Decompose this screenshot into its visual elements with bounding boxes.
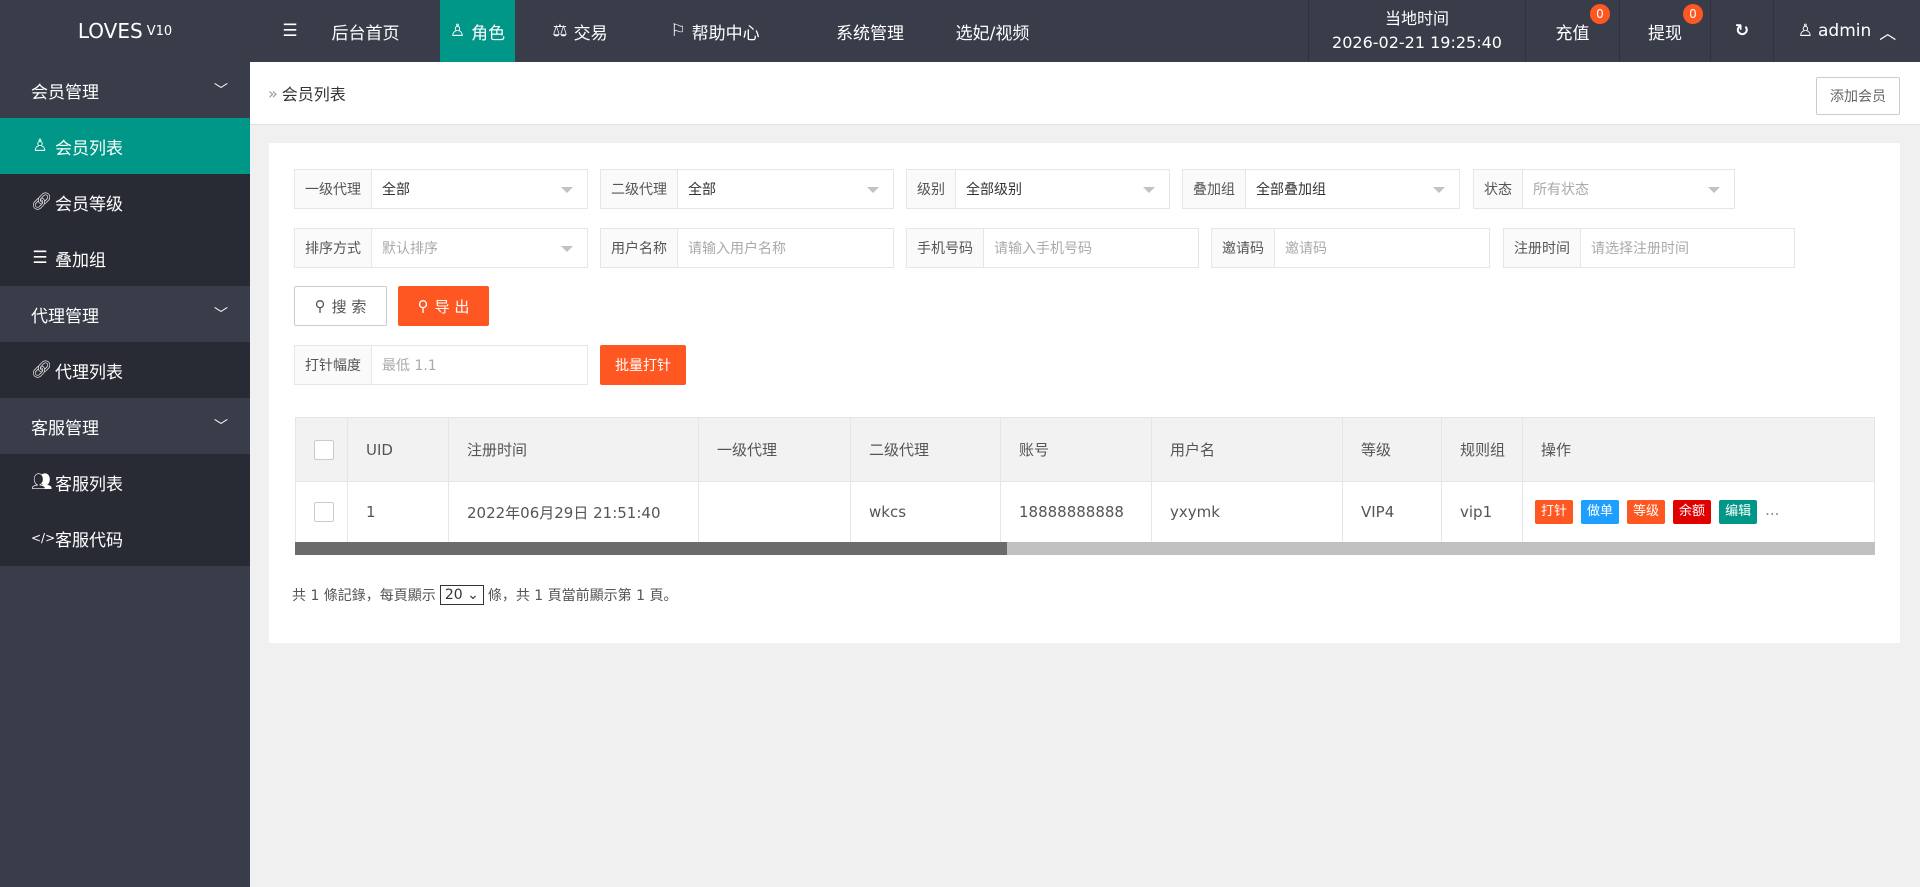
table-header: UID 注册时间 一级代理 二级代理 账号 用户名 等级 规则组 操作 — [295, 417, 1875, 482]
breadcrumb: » 会员列表 添加会员 — [250, 62, 1920, 125]
page-size-select[interactable]: 20 ⌄ — [439, 585, 484, 605]
nav-trade[interactable]: ⚖ 交易 — [525, 0, 635, 62]
sidebar-group-service[interactable]: 客服管理 ﹀ — [0, 398, 250, 454]
content-card — [269, 143, 1900, 643]
refresh-icon[interactable]: ↻ — [1710, 0, 1773, 62]
edit-action-button[interactable]: 编辑 — [1719, 500, 1758, 524]
pagination: 共 1 條記錄，每頁顯示 20 ⌄ 條，共 1 頁當前顯示第 1 頁。 — [292, 585, 678, 605]
member-table: UID 注册时间 一级代理 二级代理 账号 用户名 等级 规则组 操作 1 20… — [295, 417, 1875, 543]
select-all-checkbox[interactable] — [314, 439, 334, 460]
sidebar-item-member-level[interactable]: 🔗︎ 会员等级 — [0, 174, 250, 230]
more-actions[interactable]: ... — [1765, 501, 1779, 519]
sidebar-group-member[interactable]: 会员管理 ﹀ — [0, 62, 250, 118]
nav-help[interactable]: ⚐ 帮助中心 — [640, 0, 790, 62]
sidebar: 会员管理 ﹀ ♙ 会员列表 🔗︎ 会员等级 ☰ 叠加组 代理管理 ﹀ 🔗︎ 代理列表 客服管… — [0, 62, 250, 887]
balance-action-button[interactable]: 余额 — [1673, 500, 1712, 524]
nav-video[interactable]: 选妃/视频 — [930, 0, 1055, 62]
recharge-button[interactable]: 充值 0 — [1525, 0, 1619, 62]
recharge-badge: 0 — [1590, 4, 1610, 24]
chevron-down-icon: ⌄ — [467, 587, 479, 603]
withdraw-button[interactable]: 提现 0 — [1619, 0, 1710, 62]
nav-role[interactable]: ♙ 角色 — [440, 0, 515, 62]
row-checkbox[interactable] — [314, 502, 334, 522]
user-icon: ♙ — [449, 21, 466, 41]
horizontal-scrollbar[interactable] — [295, 542, 1875, 555]
page-title: 会员列表 — [281, 85, 346, 104]
group-select[interactable]: 叠加组 全部叠加组 — [1182, 169, 1460, 209]
search-icon: ⚲ — [417, 297, 429, 315]
dropdown-arrow-icon — [1433, 187, 1445, 193]
dropdown-arrow-icon — [561, 187, 573, 193]
local-time: 当地时间 2026-02-21 19:25:40 — [1308, 0, 1525, 62]
phone-input[interactable]: 手机号码 请输入手机号码 — [906, 228, 1199, 268]
add-member-button[interactable]: 添加会员 — [1816, 77, 1900, 115]
search-icon: ⚲ — [314, 297, 326, 315]
user-menu[interactable]: ♙ admin ︿ — [1773, 0, 1920, 62]
sidebar-item-service-list[interactable]: 👥︎ 客服列表 — [0, 454, 250, 510]
user-icon: ♙ — [1797, 21, 1813, 41]
users-icon: 👥︎ — [31, 472, 53, 492]
link-icon: 🔗︎ — [31, 192, 53, 212]
flag-icon: ⚐ — [670, 21, 686, 41]
double-chevron-icon: » — [268, 83, 278, 103]
agent1-select[interactable]: 一级代理 全部 — [294, 169, 588, 209]
table-row: 1 2022年06月29日 21:51:40 wkcs 18888888888 … — [295, 481, 1875, 543]
invite-code-input[interactable]: 邀请码 邀请码 — [1211, 228, 1490, 268]
agent2-select[interactable]: 二级代理 全部 — [600, 169, 894, 209]
chevron-down-icon: ﹀ — [214, 83, 228, 99]
dropdown-arrow-icon — [1143, 187, 1155, 193]
chevron-up-icon: ︿ — [1879, 23, 1897, 44]
list-icon: ☰ — [32, 248, 48, 268]
batch-boost-button[interactable]: 批量打针 — [600, 345, 686, 385]
scrollbar-thumb[interactable] — [295, 542, 1007, 555]
dropdown-arrow-icon — [867, 187, 879, 193]
export-button[interactable]: ⚲ 导 出 — [398, 286, 489, 326]
menu-toggle-icon[interactable]: ☰ — [262, 0, 318, 62]
sort-select[interactable]: 排序方式 默认排序 — [294, 228, 588, 268]
sidebar-item-service-code[interactable]: </> 客服代码 — [0, 510, 250, 566]
sidebar-item-stack-group[interactable]: ☰ 叠加组 — [0, 230, 250, 286]
boost-action-button[interactable]: 打针 — [1535, 500, 1574, 524]
chevron-down-icon: ﹀ — [214, 307, 228, 323]
search-button[interactable]: ⚲ 搜 索 — [294, 286, 387, 326]
level-select[interactable]: 级别 全部级别 — [906, 169, 1170, 209]
username-input[interactable]: 用户名称 请输入用户名称 — [600, 228, 894, 268]
nav-home[interactable]: 后台首页 — [318, 0, 413, 62]
order-action-button[interactable]: 做单 — [1581, 500, 1620, 524]
nav-system[interactable]: 系统管理 — [810, 0, 930, 62]
sidebar-item-agent-list[interactable]: 🔗︎ 代理列表 — [0, 342, 250, 398]
scale-icon: ⚖ — [552, 21, 568, 41]
withdraw-badge: 0 — [1683, 4, 1703, 24]
status-select[interactable]: 状态 所有状态 — [1473, 169, 1735, 209]
sidebar-group-agent[interactable]: 代理管理 ﹀ — [0, 286, 250, 342]
top-bar: LOVES V10 ☰ 后台首页 ♙ 角色 ⚖ 交易 ⚐ 帮助中心 系统管理 选妃/视频… — [0, 0, 1920, 62]
sidebar-item-member-list[interactable]: ♙ 会员列表 — [0, 118, 250, 174]
logo: LOVES V10 — [77, 19, 173, 43]
register-time-input[interactable]: 注册时间 请选择注册时间 — [1503, 228, 1795, 268]
boost-input[interactable]: 打针幅度 最低 1.1 — [294, 345, 588, 385]
code-icon: </> — [31, 531, 56, 545]
chevron-down-icon: ﹀ — [214, 419, 228, 435]
dropdown-arrow-icon — [561, 246, 573, 252]
level-action-button[interactable]: 等级 — [1627, 500, 1666, 524]
link-icon: 🔗︎ — [31, 360, 53, 380]
dropdown-arrow-icon — [1708, 187, 1720, 193]
user-icon: ♙ — [32, 136, 48, 156]
